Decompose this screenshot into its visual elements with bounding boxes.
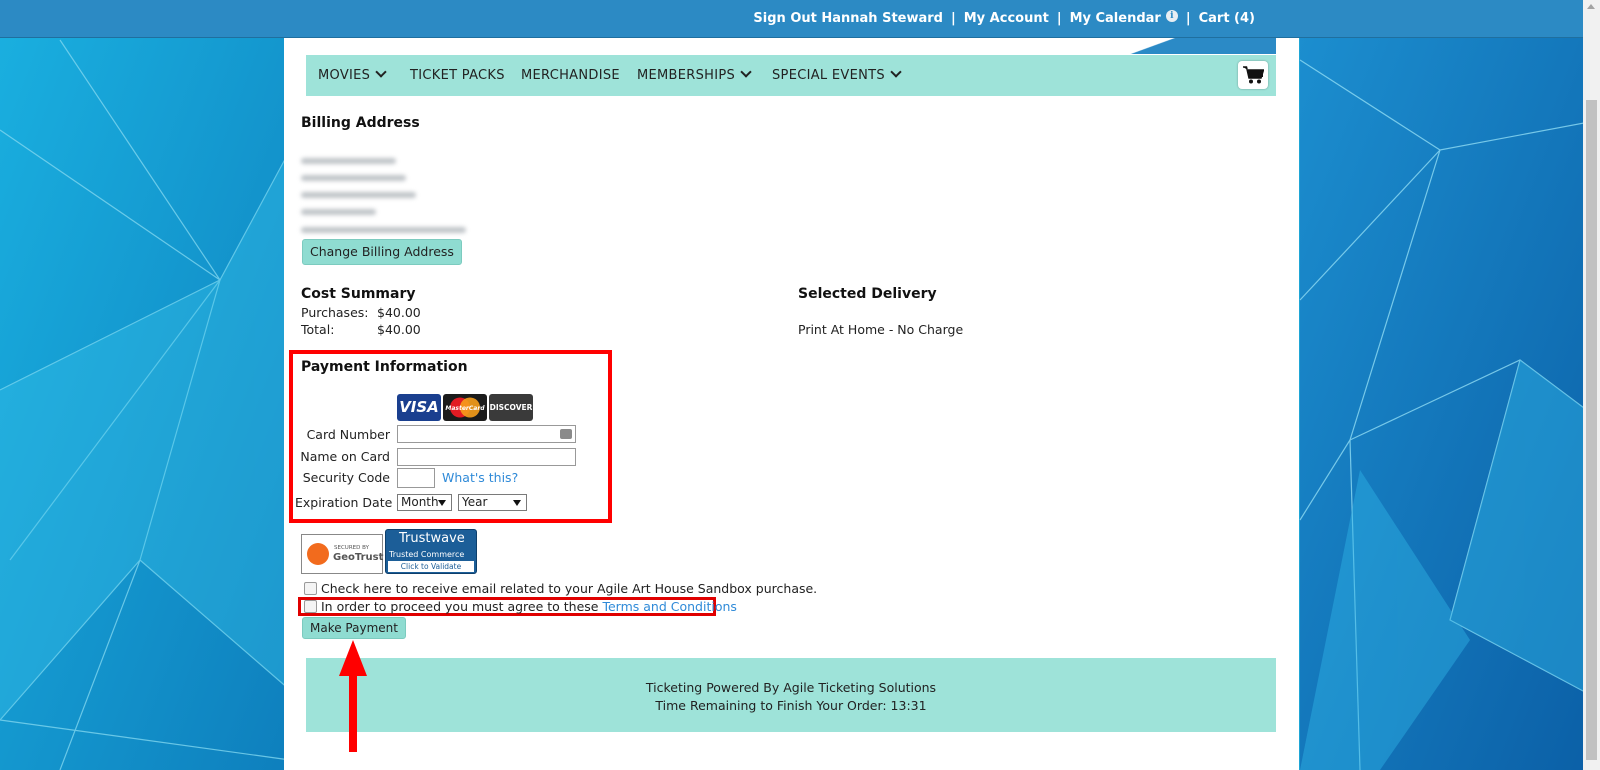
total-label: Total:: [301, 322, 335, 337]
annotation-arrow-icon: [339, 640, 367, 752]
purchases-label: Purchases:: [301, 305, 369, 320]
redacted-address-line: [301, 222, 481, 234]
nav-special-events[interactable]: SPECIAL EVENTS: [772, 66, 902, 83]
trustwave-seal[interactable]: Trustwave Trusted Commerce Click to Vali…: [385, 529, 477, 574]
card-number-input[interactable]: [397, 425, 576, 443]
expiration-date-label: Expiration Date: [295, 495, 393, 510]
autofill-icon: [560, 429, 572, 439]
account-nav: Sign Out Hannah Steward | My Account | My Ca…: [753, 10, 1255, 26]
nav-label: TICKET PACKS: [410, 68, 505, 83]
chevron-down-icon: [890, 66, 902, 78]
header-banner: [306, 38, 1276, 54]
scrollbar-thumb[interactable]: [1586, 100, 1597, 760]
shopping-cart-icon: [1243, 66, 1264, 84]
email-opt-in-label: Check here to receive email related to y…: [321, 581, 818, 596]
geotrust-name: GeoTrust: [333, 552, 384, 563]
security-code-input[interactable]: [397, 468, 435, 488]
powered-by-text: Ticketing Powered By Agile Ticketing Sol…: [645, 680, 937, 695]
time-remaining-text: Time Remaining to Finish Your Order: 13:…: [655, 698, 927, 713]
nav-ticket-packs[interactable]: TICKET PACKS: [410, 68, 505, 83]
total-value: $40.00: [377, 322, 421, 337]
whats-this-link[interactable]: What's this?: [442, 470, 518, 485]
checkout-page: MOVIES TICKET PACKS MERCHANDISE MEMBERSH…: [284, 38, 1299, 770]
main-nav: MOVIES TICKET PACKS MERCHANDISE MEMBERSH…: [306, 55, 1276, 96]
nav-memberships[interactable]: MEMBERSHIPS: [637, 66, 752, 83]
redacted-address-line: [301, 153, 481, 165]
cost-summary-heading: Cost Summary: [301, 286, 416, 302]
scrollbar[interactable]: [1583, 0, 1600, 770]
separator: |: [1185, 11, 1191, 26]
chevron-down-icon: [375, 66, 387, 78]
year-selected: Year: [462, 495, 488, 509]
terms-checkbox[interactable]: [304, 600, 317, 613]
payment-information-heading: Payment Information: [301, 359, 468, 375]
nav-movies[interactable]: MOVIES: [318, 66, 387, 83]
scroll-up-arrow-icon[interactable]: [1587, 4, 1595, 9]
geotrust-logo-icon: [307, 543, 329, 565]
purchases-value: $40.00: [377, 305, 421, 320]
trustwave-validate: Click to Validate: [388, 561, 474, 572]
nav-merchandise[interactable]: MERCHANDISE: [521, 68, 620, 83]
dropdown-arrow-icon: [438, 500, 446, 506]
card-number-label: Card Number: [306, 427, 390, 442]
sign-out-link[interactable]: Sign Out Hannah Steward: [753, 11, 943, 26]
redacted-address-line: [301, 204, 481, 216]
geotrust-seal[interactable]: SECURED BY GeoTrust: [301, 534, 383, 574]
chevron-down-icon: [740, 66, 752, 78]
top-bar: Sign Out Hannah Steward | My Account | My Ca…: [0, 0, 1583, 38]
mastercard-label: MasterCard: [445, 405, 485, 412]
my-account-link[interactable]: My Account: [964, 11, 1049, 26]
name-on-card-label: Name on Card: [300, 449, 390, 464]
discover-card-icon: DISCOVER: [489, 394, 533, 421]
nav-label: MERCHANDISE: [521, 68, 620, 83]
redacted-address-line: [301, 170, 481, 182]
banner-stripe: [1076, 38, 1276, 54]
security-code-label: Security Code: [302, 470, 390, 485]
terms-label: In order to proceed you must agree to th…: [321, 599, 737, 614]
mastercard-card-icon: MasterCard: [443, 394, 487, 421]
selected-delivery-heading: Selected Delivery: [798, 286, 937, 302]
email-opt-in-checkbox[interactable]: [304, 582, 317, 595]
mastercard-logo-icon: MasterCard: [445, 397, 485, 418]
footer: Ticketing Powered By Agile Ticketing Sol…: [306, 658, 1276, 732]
expiration-year-select[interactable]: Year: [458, 494, 527, 511]
nav-label: MOVIES: [318, 68, 371, 83]
info-icon[interactable]: i: [1165, 10, 1178, 22]
visa-card-icon: VISA: [397, 394, 441, 421]
terms-prefix: In order to proceed you must agree to th…: [321, 599, 603, 614]
delivery-value: Print At Home - No Charge: [798, 322, 964, 337]
redacted-address-line: [301, 187, 481, 199]
billing-address-heading: Billing Address: [301, 115, 420, 131]
month-selected: Month: [401, 495, 439, 509]
trustwave-subtitle: Trusted Commerce: [389, 550, 465, 559]
geotrust-secured-by: SECURED BY: [334, 545, 369, 551]
dropdown-arrow-icon: [513, 500, 521, 506]
change-billing-address-button[interactable]: Change Billing Address: [302, 239, 462, 265]
separator: |: [1056, 11, 1062, 26]
separator: |: [950, 11, 956, 26]
name-on-card-input[interactable]: [397, 448, 576, 466]
nav-label: SPECIAL EVENTS: [772, 68, 885, 83]
cart-link[interactable]: Cart (4): [1199, 11, 1255, 26]
cart-button[interactable]: [1238, 61, 1268, 89]
make-payment-button[interactable]: Make Payment: [302, 617, 406, 639]
nav-label: MEMBERSHIPS: [637, 68, 736, 83]
my-calendar-link[interactable]: My Calendar: [1070, 11, 1161, 26]
expiration-month-select[interactable]: Month: [397, 494, 452, 511]
trustwave-name: Trustwave: [399, 531, 465, 546]
terms-and-conditions-link[interactable]: Terms and Conditions: [602, 599, 736, 614]
